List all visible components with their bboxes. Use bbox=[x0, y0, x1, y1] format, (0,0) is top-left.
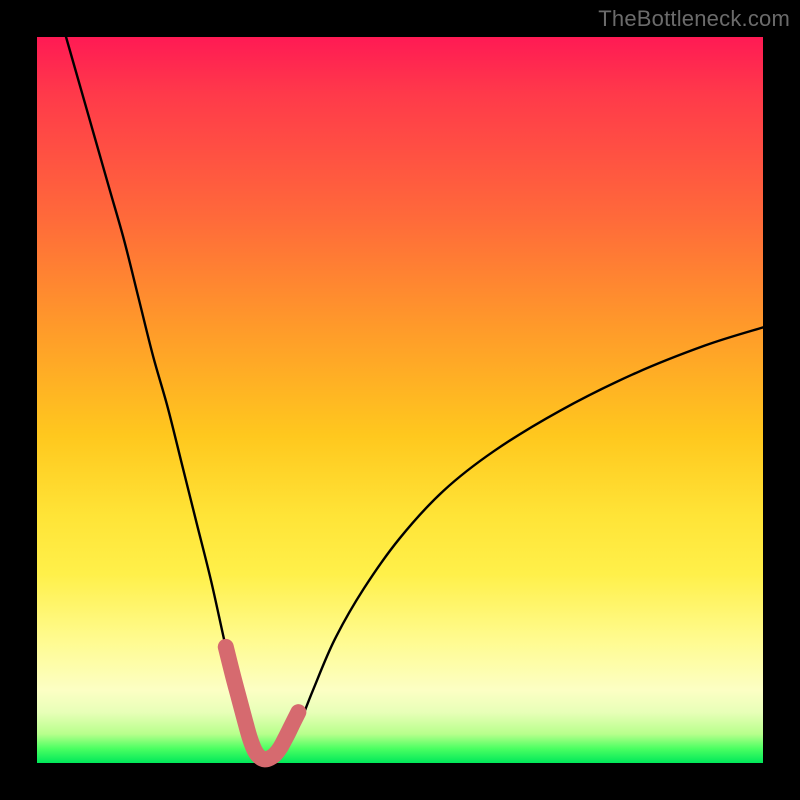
watermark-label: TheBottleneck.com bbox=[598, 6, 790, 32]
bottleneck-curve bbox=[66, 37, 763, 760]
plot-area bbox=[37, 37, 763, 763]
highlight-curve bbox=[226, 647, 299, 760]
chart-frame: TheBottleneck.com bbox=[0, 0, 800, 800]
chart-svg bbox=[37, 37, 763, 763]
